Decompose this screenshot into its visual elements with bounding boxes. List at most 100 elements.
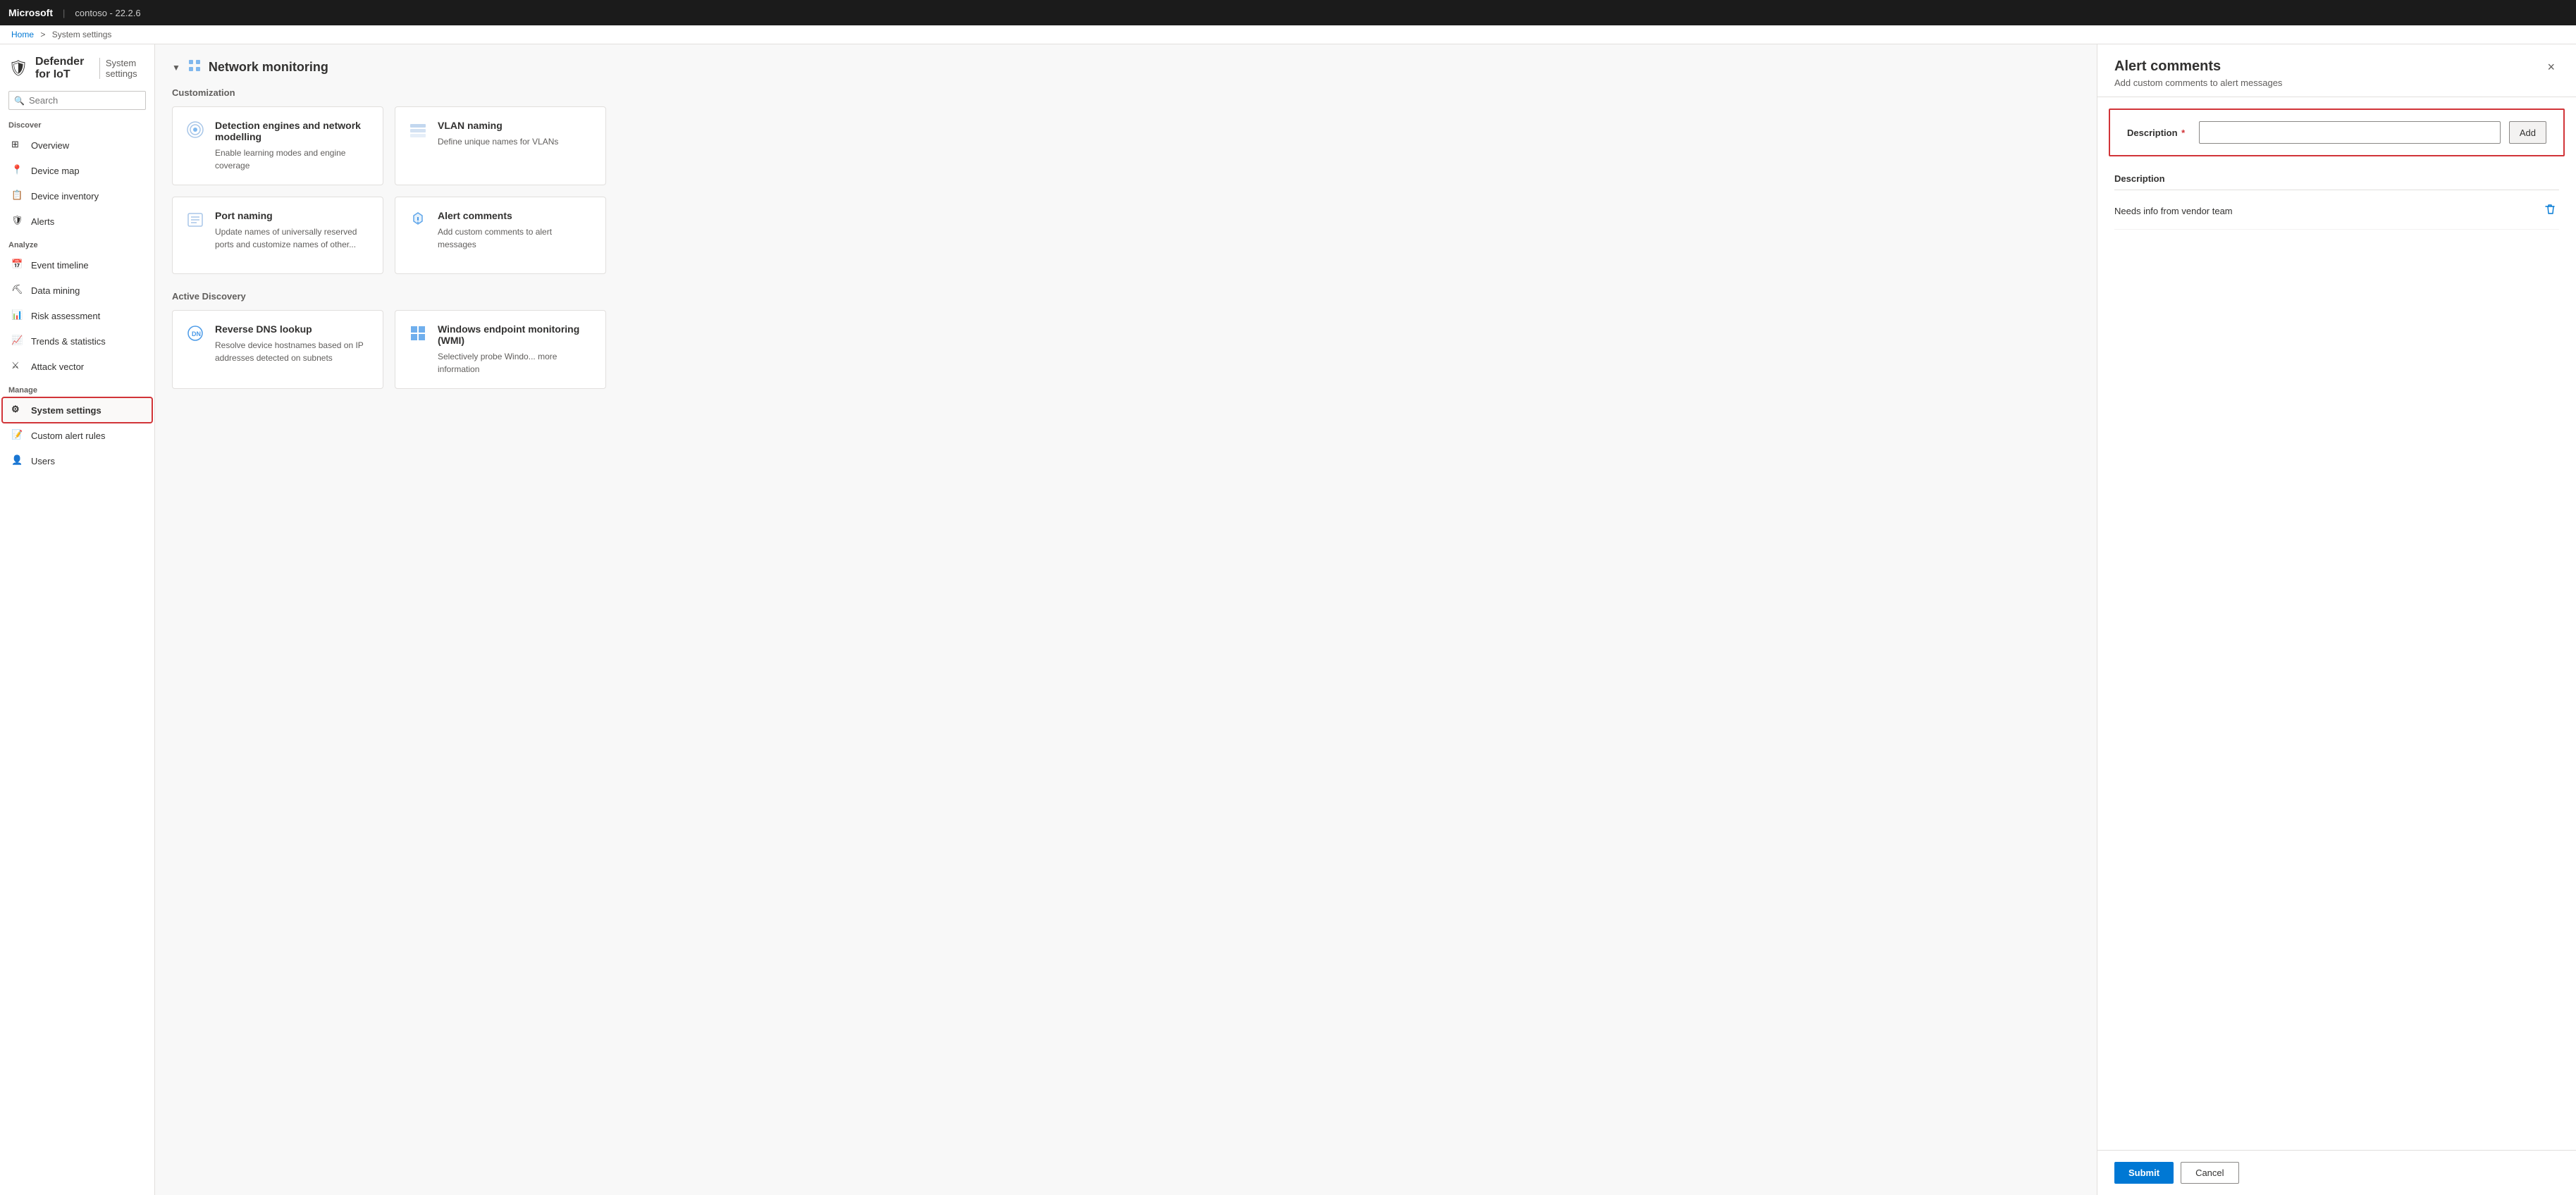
- device-inventory-icon: 📋: [11, 190, 24, 202]
- windows-endpoint-text: Windows endpoint monitoring (WMI) Select…: [438, 323, 593, 376]
- topbar-separator: |: [63, 8, 65, 18]
- section-label-discover: Discover: [0, 114, 154, 132]
- topbar: Microsoft | contoso - 22.2.6: [0, 0, 2576, 25]
- detection-engines-desc: Enable learning modes and engine coverag…: [215, 147, 370, 172]
- card-port-naming[interactable]: Port naming Update names of universally …: [172, 197, 383, 274]
- sidebar-item-label-risk-assessment: Risk assessment: [31, 311, 100, 321]
- sidebar-item-trends-statistics[interactable]: 📈 Trends & statistics: [3, 329, 152, 353]
- section-chevron: ▼: [172, 63, 180, 73]
- sidebar-item-custom-alert-rules[interactable]: 📝 Custom alert rules: [3, 423, 152, 447]
- vlan-naming-desc: Define unique names for VLANs: [438, 135, 558, 148]
- alerts-icon: 🛡: [11, 215, 24, 228]
- alert-comments-title: Alert comments: [438, 210, 593, 221]
- port-naming-title: Port naming: [215, 210, 370, 221]
- required-indicator: *: [2179, 128, 2186, 138]
- custom-alert-rules-icon: 📝: [11, 429, 24, 442]
- vlan-naming-text: VLAN naming Define unique names for VLAN…: [438, 120, 558, 148]
- system-settings-icon: ⚙: [11, 404, 24, 416]
- sidebar-item-label-users: Users: [31, 456, 55, 466]
- table-row: Needs info from vendor team: [2114, 193, 2559, 230]
- windows-endpoint-desc: Selectively probe Windo... more informat…: [438, 350, 593, 376]
- sidebar-item-system-settings[interactable]: ⚙ System settings: [3, 398, 152, 422]
- port-naming-desc: Update names of universally reserved por…: [215, 225, 370, 251]
- sidebar-item-label-device-inventory: Device inventory: [31, 191, 99, 202]
- sidebar-item-device-map[interactable]: 📍 Device map: [3, 159, 152, 182]
- cancel-button[interactable]: Cancel: [2181, 1162, 2238, 1184]
- panel-close-button[interactable]: ×: [2543, 58, 2559, 76]
- panel-title: Alert comments: [2114, 58, 2282, 75]
- trends-statistics-icon: 📈: [11, 335, 24, 347]
- sidebar-item-label-event-timeline: Event timeline: [31, 260, 89, 271]
- card-vlan-naming[interactable]: VLAN naming Define unique names for VLAN…: [395, 106, 606, 185]
- right-panel: Alert comments Add custom comments to al…: [2097, 44, 2576, 1195]
- card-reverse-dns[interactable]: DN Reverse DNS lookup Resolve device hos…: [172, 310, 383, 389]
- description-input[interactable]: [2199, 121, 2501, 144]
- detection-engines-text: Detection engines and network modelling …: [215, 120, 370, 172]
- table-header-description: Description: [2114, 168, 2559, 190]
- sidebar-item-event-timeline[interactable]: 📅 Event timeline: [3, 253, 152, 277]
- reverse-dns-desc: Resolve device hostnames based on IP add…: [215, 339, 370, 364]
- search-icon: 🔍: [14, 96, 25, 106]
- svg-text:DN: DN: [192, 330, 201, 338]
- sidebar: 🛡 Defender for IoT System settings 🔍 Dis…: [0, 44, 155, 1195]
- sidebar-item-risk-assessment[interactable]: 📊 Risk assessment: [3, 304, 152, 328]
- sidebar-item-label-data-mining: Data mining: [31, 285, 80, 296]
- reverse-dns-icon: DN: [185, 323, 205, 343]
- sidebar-item-label-attack-vector: Attack vector: [31, 361, 84, 372]
- section-label-manage: Manage: [0, 379, 154, 397]
- sidebar-header: 🛡 Defender for IoT System settings: [0, 44, 154, 87]
- form-label-description: Description *: [2127, 128, 2190, 138]
- panel-footer: Submit Cancel: [2097, 1150, 2576, 1195]
- sidebar-item-alerts[interactable]: 🛡 Alerts: [3, 209, 152, 233]
- alert-comments-icon: [408, 210, 428, 230]
- port-naming-icon: [185, 210, 205, 230]
- data-mining-icon: ⛏: [11, 284, 24, 297]
- section-name-network-monitoring: Network monitoring: [209, 60, 328, 75]
- content-area: ▼ Network monitoring Customization: [155, 44, 2097, 1195]
- card-alert-comments[interactable]: Alert comments Add custom comments to al…: [395, 197, 606, 274]
- customization-card-grid: Detection engines and network modelling …: [172, 106, 2080, 274]
- card-windows-endpoint[interactable]: Windows endpoint monitoring (WMI) Select…: [395, 310, 606, 389]
- sidebar-item-attack-vector[interactable]: ⚔ Attack vector: [3, 354, 152, 378]
- sidebar-item-label-overview: Overview: [31, 140, 69, 151]
- panel-form: Description * Add: [2109, 109, 2565, 156]
- search-container: 🔍: [0, 87, 154, 114]
- search-input[interactable]: [8, 91, 146, 110]
- page-title-sidebar: System settings: [99, 58, 146, 79]
- sidebar-item-device-inventory[interactable]: 📋 Device inventory: [3, 184, 152, 208]
- alert-comments-desc: Add custom comments to alert messages: [438, 225, 593, 251]
- sidebar-item-label-custom-alert-rules: Custom alert rules: [31, 431, 105, 441]
- overview-icon: ⊞: [11, 139, 24, 151]
- section-label-analyze: Analyze: [0, 234, 154, 252]
- section-header-network-monitoring[interactable]: ▼ Network monitoring: [172, 58, 2080, 76]
- detection-engines-title: Detection engines and network modelling: [215, 120, 370, 142]
- reverse-dns-title: Reverse DNS lookup: [215, 323, 370, 335]
- app-name: Defender for IoT: [35, 56, 90, 81]
- breadcrumb: Home > System settings: [0, 25, 2576, 44]
- card-detection-engines[interactable]: Detection engines and network modelling …: [172, 106, 383, 185]
- panel-header: Alert comments Add custom comments to al…: [2097, 44, 2576, 97]
- form-row-description: Description * Add: [2127, 121, 2546, 144]
- sidebar-item-label-alerts: Alerts: [31, 216, 54, 227]
- event-timeline-icon: 📅: [11, 259, 24, 271]
- submit-button[interactable]: Submit: [2114, 1162, 2174, 1184]
- windows-endpoint-title: Windows endpoint monitoring (WMI): [438, 323, 593, 346]
- sidebar-item-label-system-settings: System settings: [31, 405, 101, 416]
- add-button[interactable]: Add: [2509, 121, 2546, 144]
- sidebar-item-overview[interactable]: ⊞ Overview: [3, 133, 152, 157]
- vlan-naming-title: VLAN naming: [438, 120, 558, 131]
- panel-table-section: Description Needs info from vendor team: [2097, 156, 2576, 241]
- port-naming-text: Port naming Update names of universally …: [215, 210, 370, 251]
- reverse-dns-text: Reverse DNS lookup Resolve device hostna…: [215, 323, 370, 364]
- delete-icon[interactable]: [2541, 200, 2559, 222]
- breadcrumb-home[interactable]: Home: [11, 30, 34, 39]
- panel-subtitle: Add custom comments to alert messages: [2114, 78, 2282, 88]
- windows-endpoint-icon: [408, 323, 428, 343]
- sidebar-item-data-mining[interactable]: ⛏ Data mining: [3, 278, 152, 302]
- alert-comments-text: Alert comments Add custom comments to al…: [438, 210, 593, 251]
- breadcrumb-current: System settings: [52, 30, 112, 39]
- subsection-label-active-discovery: Active Discovery: [172, 291, 2080, 302]
- users-icon: 👤: [11, 454, 24, 467]
- sidebar-item-users[interactable]: 👤 Users: [3, 449, 152, 473]
- detection-engines-icon: [185, 120, 205, 140]
